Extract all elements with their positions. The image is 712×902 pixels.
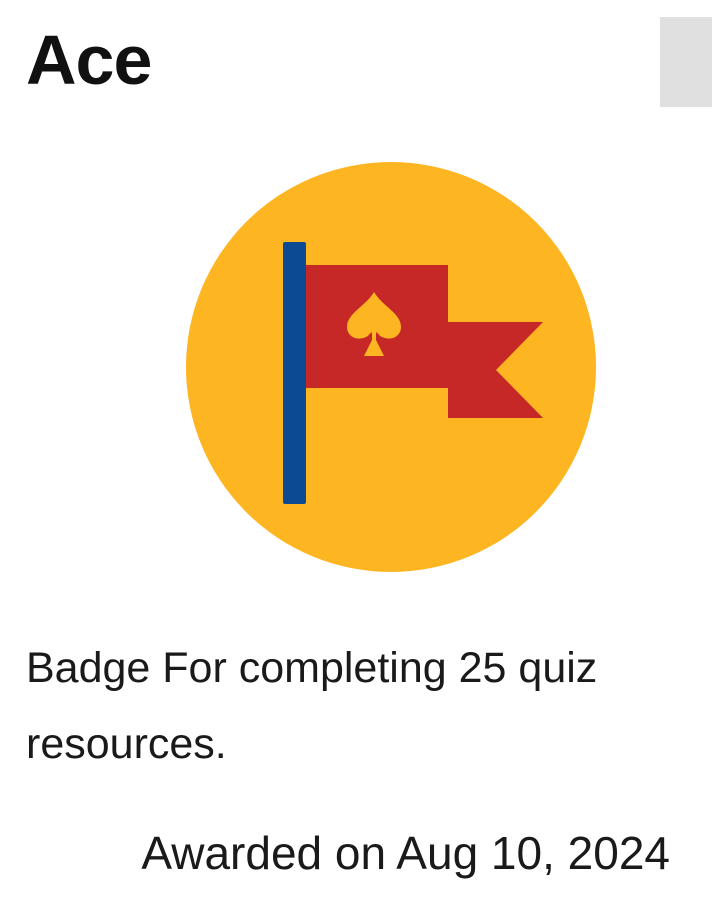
flag-pole <box>283 242 306 504</box>
badge-description: Badge For completing 25 quiz resources. <box>26 644 598 768</box>
scrollbar-thumb[interactable] <box>660 17 712 107</box>
badge-title: Ace <box>26 21 152 99</box>
awarded-date: Awarded on Aug 10, 2024 <box>141 827 670 879</box>
spade-flag-icon <box>185 160 597 574</box>
